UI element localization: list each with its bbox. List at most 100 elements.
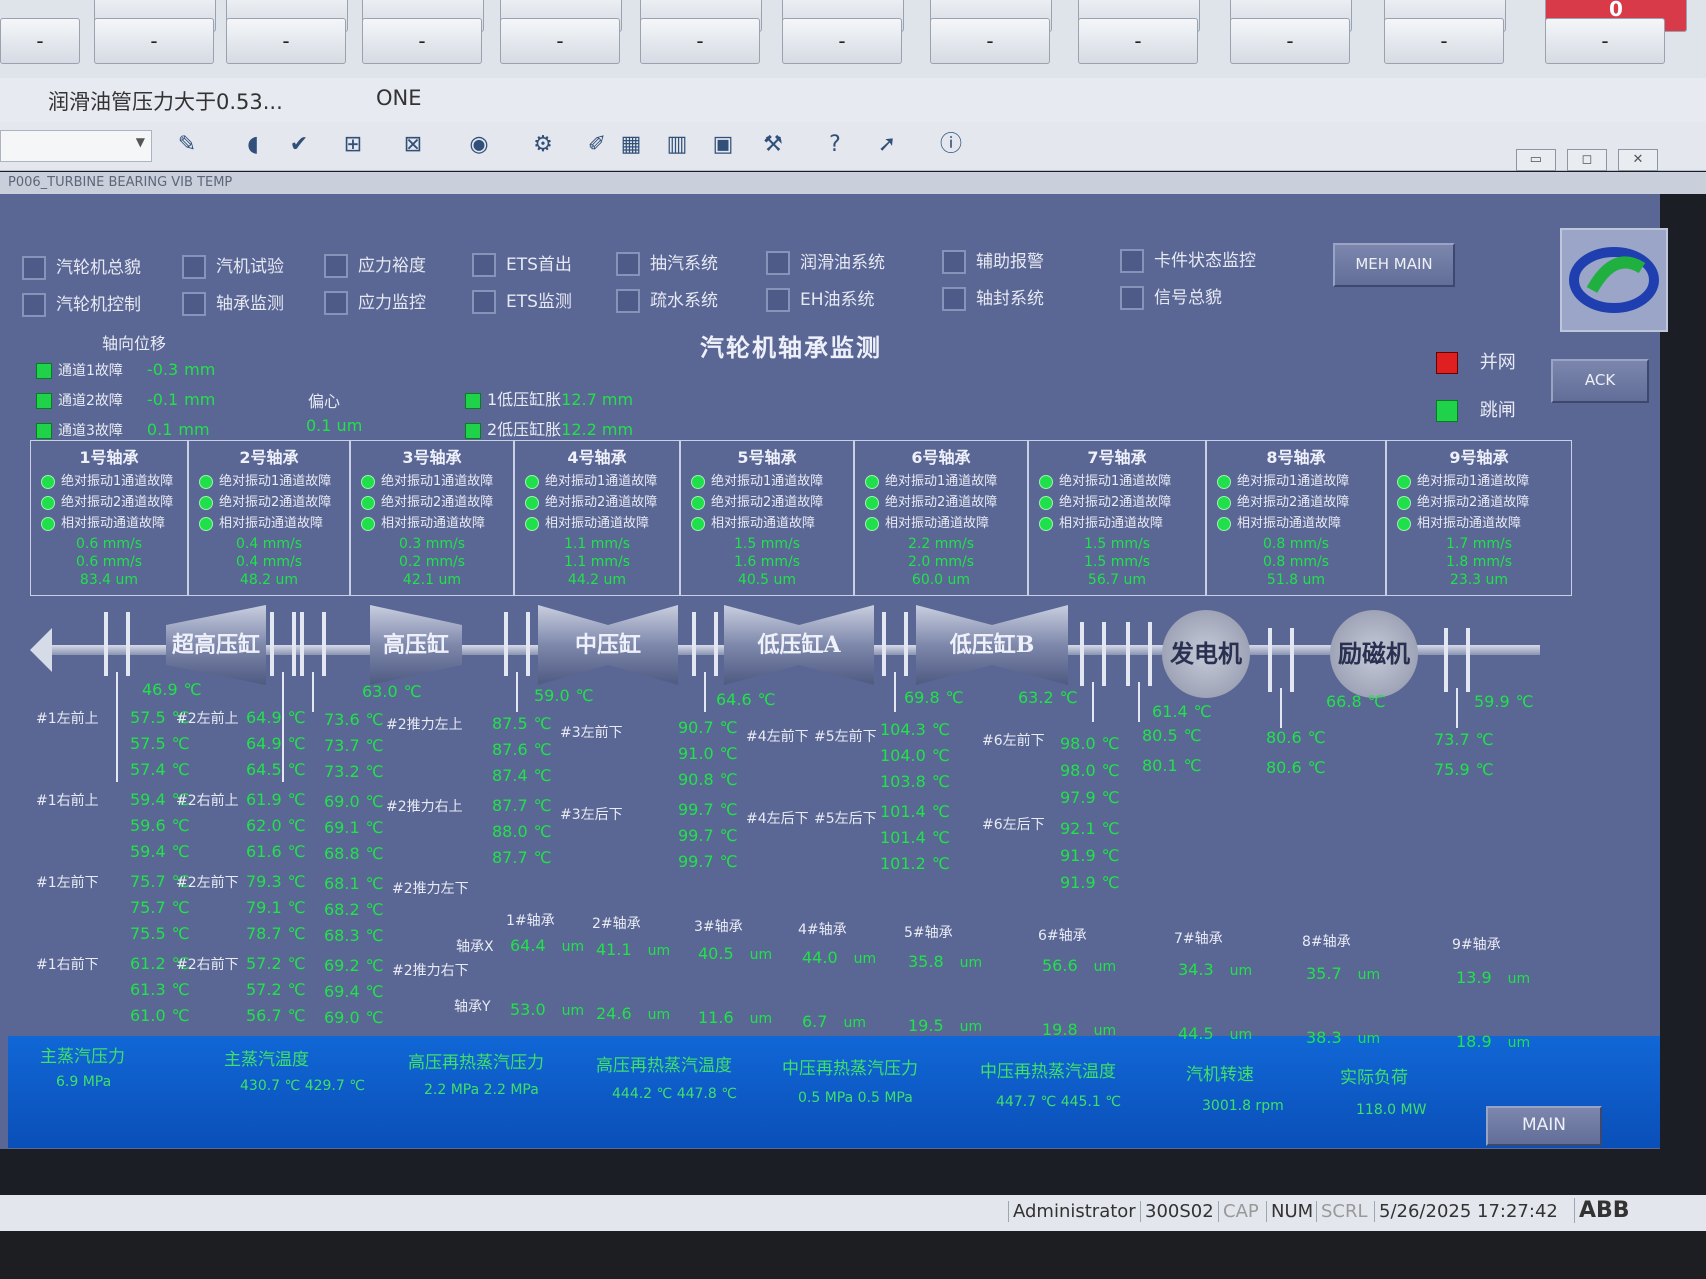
bearing-panel: 6号轴承 绝对振动1通道故障 绝对振动2通道故障 相对振动通道故障 2.2 mm/s 2.… — [854, 440, 1028, 596]
checkbox-icon[interactable] — [472, 290, 496, 314]
alarm-line[interactable]: 润滑油管压力大于0.53... ONE — [0, 78, 1706, 122]
ecc-label: 偏心 — [308, 392, 341, 411]
nav-checkbox[interactable]: 辅助报警 — [942, 247, 1044, 274]
nav-checkbox[interactable]: 汽轮机总貌 — [22, 253, 141, 280]
close-button[interactable]: ✕ — [1618, 149, 1658, 171]
bearing-temp: 99.7 ℃ — [678, 826, 738, 845]
fault-status: 绝对振动1通道故障 — [199, 470, 349, 489]
settings-doc-icon[interactable]: ⚙ — [526, 128, 560, 162]
nav-checkbox[interactable]: 抽汽系统 — [616, 249, 718, 276]
top-button[interactable]: - — [782, 18, 902, 64]
tools-icon[interactable]: ⚒ — [756, 128, 790, 162]
speaker-icon[interactable]: ◖ — [236, 128, 270, 162]
database-play-icon[interactable]: ◉ — [462, 128, 496, 162]
nav-checkbox[interactable]: 应力裕度 — [324, 251, 426, 278]
bearing-title: 9号轴承 — [1449, 448, 1509, 467]
nav-checkbox[interactable]: 信号总貌 — [1120, 283, 1222, 310]
toolbar-combo[interactable]: ▼ — [0, 130, 152, 162]
temp-unit: ℃ — [287, 760, 306, 779]
bearing-temp: 80.1 ℃ — [1142, 756, 1202, 775]
checkbox-icon[interactable] — [766, 251, 790, 275]
bearing-temp-value: 73.7 — [324, 736, 360, 755]
checkbox-icon[interactable] — [942, 287, 966, 311]
bearing-temp: 73.7 ℃ — [324, 736, 384, 755]
checkbox-icon[interactable] — [616, 252, 640, 276]
exciter: 励磁机 — [1330, 610, 1418, 698]
meh-main-button[interactable]: MEH MAIN — [1333, 243, 1455, 287]
nav-checkbox[interactable]: 应力监控 — [324, 288, 426, 315]
checkbox-icon[interactable] — [766, 288, 790, 312]
checkbox-icon[interactable] — [22, 293, 46, 317]
bearing-temp: 56.7 ℃ — [246, 1006, 306, 1025]
checkbox-icon[interactable] — [182, 292, 206, 316]
checkbox-icon[interactable] — [1120, 286, 1144, 310]
bearing-panel: 3号轴承 绝对振动1通道故障 绝对振动2通道故障 相对振动通道故障 0.3 mm/s 0.… — [350, 440, 514, 596]
top-button[interactable]: - — [94, 18, 214, 64]
shaft-vib-x: 35.8 um — [908, 952, 982, 971]
shaft-temp: 59.0 ℃ — [534, 686, 594, 705]
checkbox-icon[interactable] — [324, 291, 348, 315]
minimize-button[interactable]: ▭ — [1515, 149, 1556, 171]
shaft-temp: 64.6 ℃ — [716, 690, 776, 709]
frame-icon[interactable]: ▣ — [706, 128, 740, 162]
edit-doc-icon[interactable]: ✐ — [580, 128, 614, 162]
bearing-temp-value: 80.6 — [1266, 728, 1302, 747]
nav-checkbox[interactable]: 卡件状态监控 — [1120, 246, 1256, 273]
info-icon[interactable]: ⓘ — [934, 128, 968, 162]
checkbox-icon[interactable] — [1120, 249, 1144, 273]
top-button[interactable]: - — [1230, 18, 1350, 64]
chevron-down-icon[interactable]: ▼ — [136, 135, 145, 149]
checkbox-icon[interactable] — [22, 256, 46, 280]
nav-checkbox[interactable]: EH油系统 — [766, 285, 875, 312]
bearing-temp: 75.9 ℃ — [1434, 760, 1494, 779]
top-button[interactable]: - — [500, 18, 620, 64]
nav-checkbox[interactable]: ETS监测 — [472, 287, 572, 314]
nav-checkbox[interactable]: 润滑油系统 — [766, 248, 885, 275]
main-button[interactable]: MAIN — [1486, 1106, 1602, 1146]
top-button[interactable]: - — [640, 18, 760, 64]
fault-label: 绝对振动2通道故障 — [885, 495, 998, 510]
checkbox-icon[interactable] — [182, 255, 206, 279]
edit-icon[interactable]: ✎ — [170, 128, 204, 162]
checkbox-icon[interactable] — [324, 254, 348, 278]
top-button[interactable]: - — [226, 18, 346, 64]
help-icon[interactable]: ? — [818, 128, 852, 162]
document-check-icon[interactable]: ✔ — [282, 128, 316, 162]
top-button[interactable]: - — [0, 18, 80, 64]
nav-checkbox[interactable]: 轴承监测 — [182, 289, 284, 316]
nav-checkbox[interactable]: 汽轮机控制 — [22, 290, 141, 317]
checkbox-icon[interactable] — [472, 253, 496, 277]
network-icon[interactable]: ⊞ — [336, 128, 370, 162]
top-button[interactable]: - — [1384, 18, 1504, 64]
window-titlebar: P006_TURBINE BEARING VIB TEMP — [0, 172, 1706, 194]
summary-label: 汽机转速 — [1186, 1065, 1254, 1085]
nav-checkbox[interactable]: ETS首出 — [472, 250, 572, 277]
temp-unit: ℃ — [719, 744, 738, 763]
temp-point-label: #2左前下 — [176, 875, 239, 891]
checkbox-icon[interactable] — [942, 250, 966, 274]
top-button[interactable]: - — [1545, 18, 1665, 64]
calendar-icon[interactable]: ▦ — [614, 128, 648, 162]
ack-button[interactable]: ACK — [1551, 359, 1649, 403]
axial-channel: 通道3故障 0.1 mm — [36, 420, 210, 440]
restore-button[interactable]: ◻ — [1566, 149, 1607, 171]
temp-unit: ℃ — [719, 852, 738, 871]
shaft-vib-x-value: 64.4 — [510, 936, 546, 955]
pointer-icon[interactable]: ➚ — [870, 128, 904, 162]
top-button[interactable]: - — [930, 18, 1050, 64]
nav-checkbox[interactable]: 轴封系统 — [942, 284, 1044, 311]
nav-checkbox[interactable]: 汽机试验 — [182, 252, 284, 279]
network-x-icon[interactable]: ⊠ — [396, 128, 430, 162]
chart-icon[interactable]: ▥ — [660, 128, 694, 162]
alarm-text[interactable]: 润滑油管压力大于0.53... — [48, 86, 283, 116]
temp-point-label: #2推力右下 — [392, 963, 469, 979]
bearing-temp-value: 61.9 — [246, 790, 282, 809]
fault-label: 相对振动通道故障 — [381, 516, 486, 531]
top-button[interactable]: - — [362, 18, 482, 64]
temp-unit: ℃ — [1101, 761, 1120, 780]
nav-checkbox[interactable]: 疏水系统 — [616, 286, 718, 313]
axial-channel: 通道2故障 -0.1 mm — [36, 390, 215, 410]
top-button[interactable]: - — [1078, 18, 1198, 64]
unit-label: um — [843, 1015, 866, 1031]
checkbox-icon[interactable] — [616, 289, 640, 313]
